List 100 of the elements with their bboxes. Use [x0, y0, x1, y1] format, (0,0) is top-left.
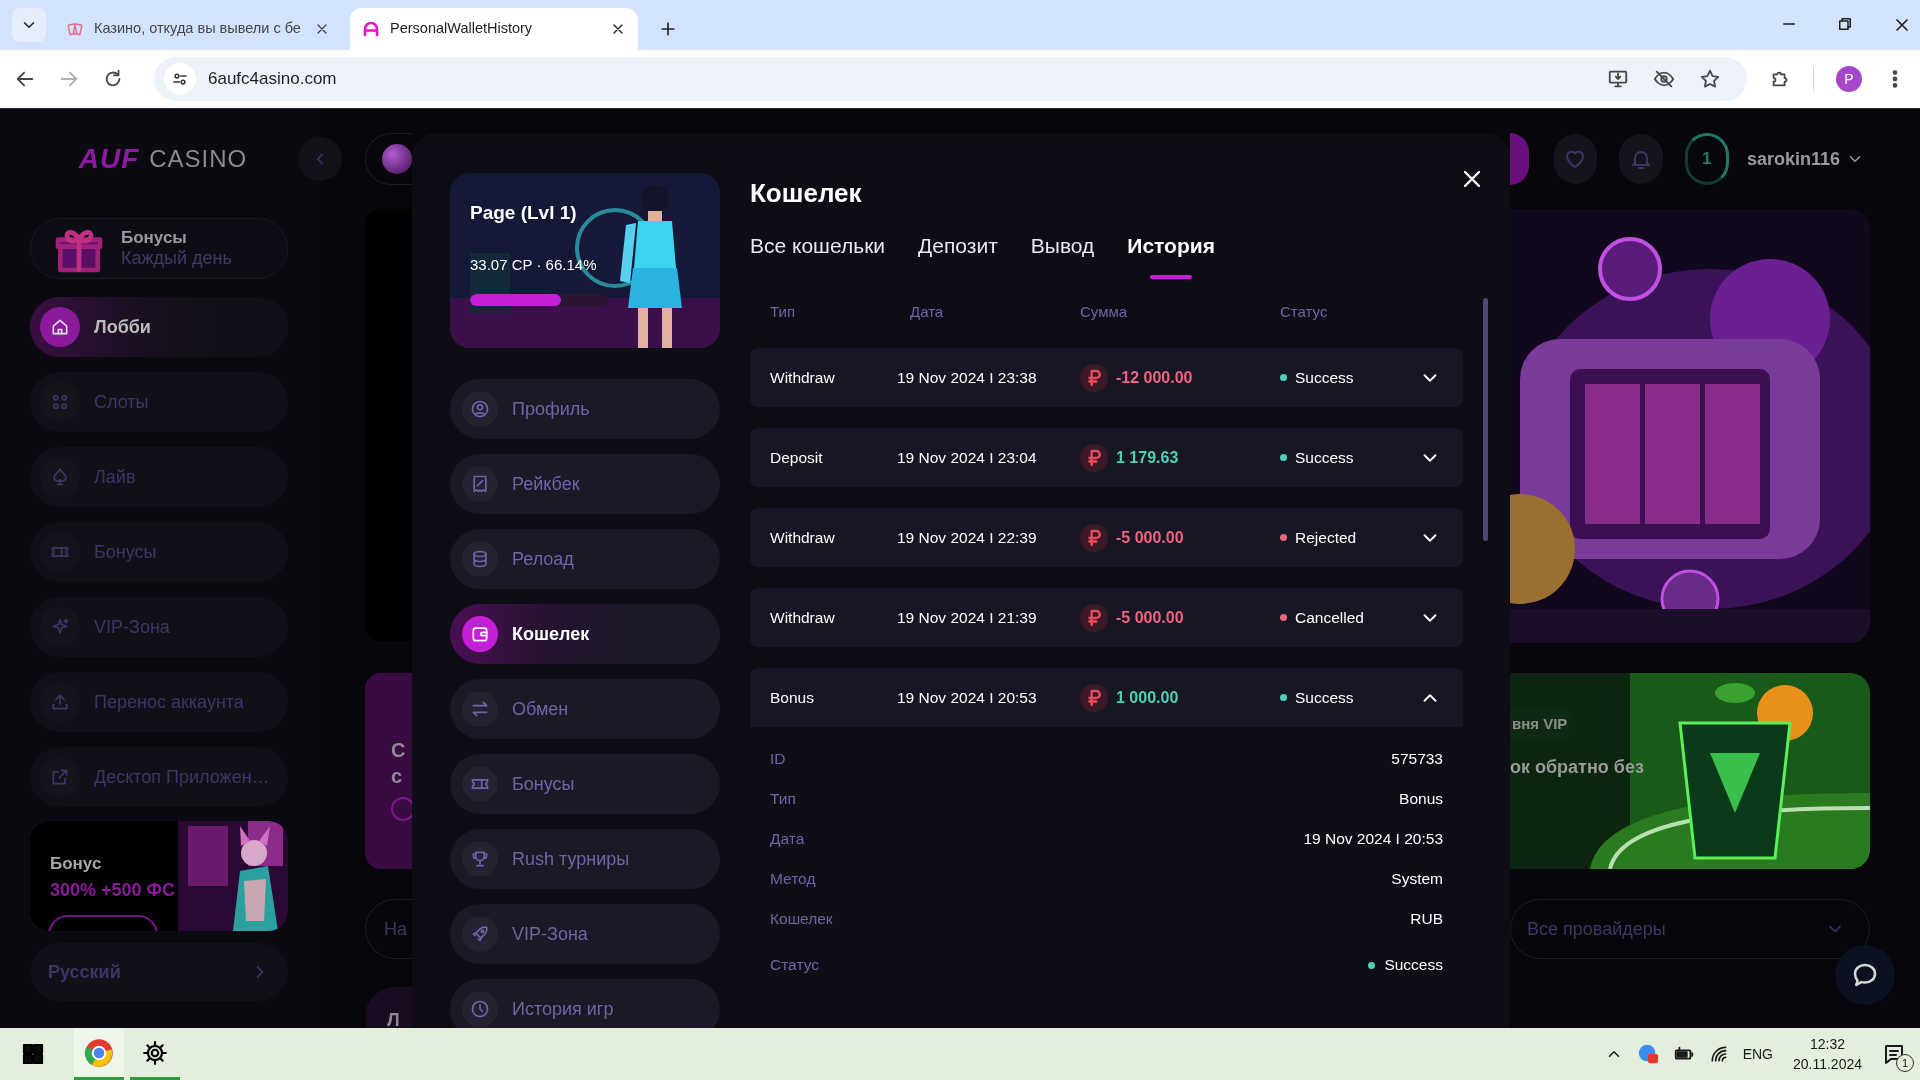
scrollbar[interactable] [1483, 298, 1488, 541]
transaction-row[interactable]: Withdraw 19 Nov 2024 I 21:39 -5 000.00 Cancelled [750, 588, 1463, 647]
status-text: Cancelled [1295, 607, 1364, 628]
detail-value: 575733 [1391, 749, 1443, 770]
detail-label: Дата [770, 829, 805, 850]
user-menu[interactable]: sarokin116 [1740, 144, 1870, 174]
sidebar-item[interactable]: Лобби [30, 297, 288, 357]
ruble-icon [1080, 683, 1108, 712]
upload-icon [50, 692, 70, 712]
sparkle-icon [50, 617, 70, 637]
receipt-icon [470, 474, 490, 494]
status-text: Success [1295, 367, 1354, 388]
dialog-title: Кошелек [750, 177, 863, 210]
detail-value: System [1391, 869, 1443, 890]
detail-label: ID [770, 749, 786, 770]
table-cell-text: Deposit [770, 447, 824, 468]
monitor-icon[interactable] [1607, 68, 1629, 90]
browser-tab[interactable]: Казино, откуда вы вывели с бе [54, 8, 342, 50]
star-icon[interactable] [1699, 68, 1721, 90]
database-icon [470, 549, 490, 569]
grid-icon [50, 392, 70, 412]
app-icon[interactable] [1636, 1043, 1659, 1065]
ruble-icon [1080, 363, 1108, 392]
clock-icon [470, 999, 490, 1019]
banner-text: с [391, 764, 404, 789]
amount-text: -12 000.00 [1116, 367, 1193, 388]
eye-off-icon[interactable] [1653, 68, 1675, 90]
table-cell-text: Withdraw [770, 607, 836, 628]
address-bar[interactable]: 6aufc4asino.com [154, 57, 1747, 101]
arch-logo-icon [362, 20, 380, 38]
browser-icon [84, 1037, 114, 1068]
menu-item[interactable]: Кошелек [450, 604, 720, 664]
detail-value: Success [1384, 955, 1443, 976]
logo-text: AUF [78, 142, 140, 176]
cards-icon [66, 20, 84, 38]
amount-text: 1 000.00 [1116, 687, 1179, 708]
daily-bonus-card[interactable]: Бонусы Каждый день [30, 218, 288, 279]
person-icon [470, 399, 490, 419]
detail-label: Тип [770, 789, 796, 810]
transaction-row[interactable]: Withdraw 19 Nov 2024 I 23:38 -12 000.00 Success [750, 348, 1463, 407]
home-icon [50, 317, 70, 337]
url-text: 6aufc4asino.com [208, 68, 338, 91]
banner-text: С [391, 738, 407, 763]
level-badge: 1 [1684, 133, 1729, 185]
rocket-icon [470, 924, 490, 944]
amount-text: -5 000.00 [1116, 607, 1184, 628]
transaction-row[interactable]: Deposit 19 Nov 2024 I 23:04 1 179.63 Success [750, 428, 1463, 487]
table-cell-text: 19 Nov 2024 I 20:53 [897, 687, 1038, 708]
clock-time[interactable]: 12:32 [1792, 1034, 1862, 1054]
profile-card[interactable]: Page (Lvl 1) 33.07 CP · 66.14% [450, 173, 720, 348]
table-cell-text: 19 Nov 2024 I 21:39 [897, 607, 1038, 628]
table-cell-text: 19 Nov 2024 I 22:39 [897, 527, 1038, 548]
ruble-icon [1080, 603, 1108, 632]
tab[interactable]: Вывод [1030, 231, 1095, 279]
amount-text: -5 000.00 [1116, 527, 1184, 548]
external-link-icon [50, 767, 70, 787]
progress-text: 33.07 CP · 66.14% [470, 254, 598, 275]
gear-icon [142, 1039, 168, 1066]
clock-date[interactable]: 20.11.2024 [1792, 1054, 1862, 1074]
profile-avatar[interactable]: P [1836, 66, 1862, 92]
tab-title: Казино, откуда вы вывели с бе [94, 19, 302, 39]
promo-title: Бонус [50, 853, 103, 875]
table-cell-text: Withdraw [770, 367, 836, 388]
trophy-icon [470, 849, 490, 869]
tab[interactable]: Все кошельки [750, 231, 886, 279]
status-text: Success [1295, 447, 1354, 468]
browser-tab[interactable]: PersonalWalletHistory [350, 8, 638, 50]
spade-icon [50, 467, 70, 487]
detail-label: Кошелек [770, 909, 833, 930]
table-cell-text: Withdraw [770, 527, 836, 548]
table-cell-text: 19 Nov 2024 I 23:04 [897, 447, 1038, 468]
banner-headline: ок обратно без [1510, 755, 1645, 779]
amount-text: 1 179.63 [1116, 447, 1179, 468]
site-settings-button[interactable] [164, 63, 196, 95]
settings-icon [171, 70, 189, 88]
ruble-icon [1080, 523, 1108, 552]
status-text: Rejected [1295, 527, 1357, 548]
vip-badge: вня VIP [1510, 709, 1578, 740]
table-cell-text: 19 Nov 2024 I 23:38 [897, 367, 1038, 388]
arrows-icon [470, 699, 490, 719]
column-header: Статус [1280, 302, 1329, 322]
column-header: Дата [909, 302, 945, 322]
game-card[interactable]: Л [365, 987, 412, 1028]
tab[interactable]: Депозит [918, 231, 998, 279]
transaction-row[interactable]: Withdraw 19 Nov 2024 I 22:39 -5 000.00 Rejected [750, 508, 1463, 567]
language-indicator[interactable]: ENG [1742, 1043, 1773, 1065]
column-header: Тип [770, 302, 796, 322]
tab[interactable]: История [1127, 231, 1215, 279]
detail-label: Метод [770, 869, 816, 890]
column-header: Сумма [1080, 302, 1129, 322]
transaction-row[interactable]: Bonus 19 Nov 2024 I 20:53 1 000.00 Success [750, 668, 1463, 727]
wallet-icon [470, 624, 490, 644]
notification-icon[interactable] [1882, 1042, 1906, 1066]
orb-icon [382, 144, 412, 174]
status-text: Success [1295, 687, 1354, 708]
logo-text: CASINO [149, 144, 248, 174]
profile-name: Page (Lvl 1) [470, 201, 578, 225]
detail-value: 19 Nov 2024 I 20:53 [1303, 829, 1443, 850]
restore-icon[interactable] [1836, 15, 1854, 33]
promo-card[interactable]: Бонус 300% +500 ФС [30, 821, 288, 931]
